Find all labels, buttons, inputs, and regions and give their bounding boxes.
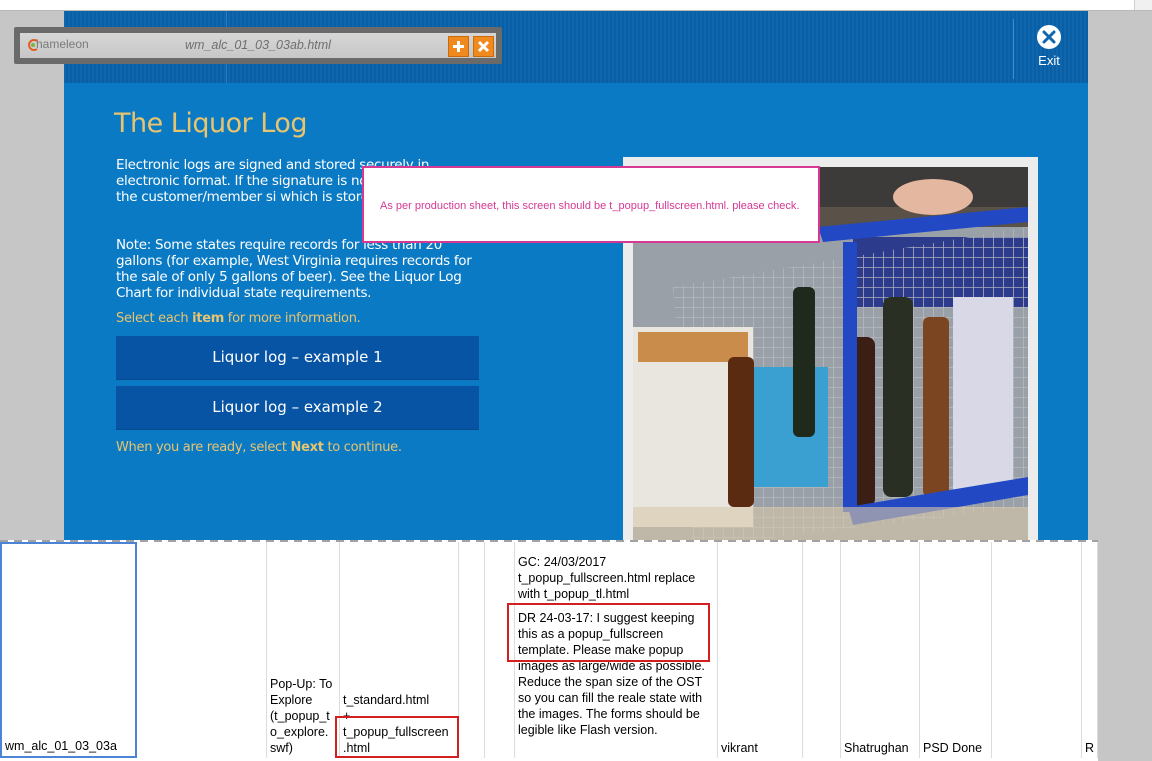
logo-text: hameleon bbox=[36, 37, 89, 51]
comment-gc: GC: 24/03/2017 t_popup_fullscreen.html r… bbox=[518, 555, 696, 601]
cell-interaction[interactable]: Pop-Up: To Explore (t_popup_t o_explore.… bbox=[267, 542, 340, 758]
interaction-text: Pop-Up: To Explore (t_popup_t o_explore.… bbox=[270, 677, 333, 755]
review-note-text: As per production sheet, this screen sho… bbox=[380, 200, 800, 212]
header-divider bbox=[1013, 19, 1014, 79]
last-col-text: R bbox=[1085, 741, 1095, 755]
close-icon bbox=[477, 40, 490, 53]
developer-text: vikrant bbox=[721, 741, 758, 755]
cell-empty[interactable] bbox=[459, 542, 485, 758]
highlight-box-comment bbox=[507, 603, 710, 662]
sheet-right-gutter bbox=[1098, 540, 1152, 761]
note-paragraph: Note: Some states require records for le… bbox=[116, 237, 472, 301]
template-line-1: t_standard.html bbox=[343, 693, 430, 707]
cell-last[interactable]: R bbox=[1082, 542, 1098, 758]
exit-button[interactable]: Exit bbox=[1030, 25, 1068, 68]
select-instruction: Select each item for more information. bbox=[116, 311, 361, 326]
reviewer-text: Shatrughan bbox=[844, 741, 909, 755]
exit-label: Exit bbox=[1038, 53, 1060, 68]
cell-developer[interactable]: vikrant bbox=[718, 542, 803, 758]
cell-empty[interactable] bbox=[137, 542, 267, 758]
cell-empty[interactable] bbox=[992, 542, 1082, 758]
chameleon-logo: hameleon bbox=[26, 37, 89, 51]
cell-status[interactable]: PSD Done bbox=[920, 542, 992, 758]
liquor-log-example-1-button[interactable]: Liquor log – example 1 bbox=[116, 336, 479, 380]
highlight-box-template bbox=[335, 716, 459, 758]
cell-empty[interactable] bbox=[803, 542, 841, 758]
chameleon-logo-icon bbox=[28, 39, 38, 51]
browser-top-strip bbox=[0, 0, 1152, 11]
review-note-box: As per production sheet, this screen sho… bbox=[362, 166, 820, 243]
close-circle-icon bbox=[1037, 25, 1061, 49]
preview-window-bar: hameleon wm_alc_01_03_03ab.html bbox=[14, 27, 502, 64]
course-stage: Exit The Liquor Log Electronic logs are … bbox=[64, 11, 1088, 540]
plus-icon bbox=[453, 41, 464, 52]
cell-reviewer[interactable]: Shatrughan bbox=[841, 542, 920, 758]
continue-instruction: When you are ready, select Next to conti… bbox=[116, 440, 402, 455]
liquor-log-example-2-button[interactable]: Liquor log – example 2 bbox=[116, 386, 479, 430]
scrollbar-corner[interactable] bbox=[1134, 0, 1152, 10]
cell-screen-id[interactable]: wm_alc_01_03_03a bbox=[0, 542, 137, 758]
preview-window-inner: hameleon wm_alc_01_03_03ab.html bbox=[20, 33, 496, 58]
screen-id-text: wm_alc_01_03_03a bbox=[5, 739, 117, 753]
status-text: PSD Done bbox=[923, 741, 983, 755]
maximize-button[interactable] bbox=[448, 36, 469, 57]
page-title: The Liquor Log bbox=[114, 108, 308, 139]
close-window-button[interactable] bbox=[473, 36, 494, 57]
window-file-name: wm_alc_01_03_03ab.html bbox=[185, 38, 331, 52]
